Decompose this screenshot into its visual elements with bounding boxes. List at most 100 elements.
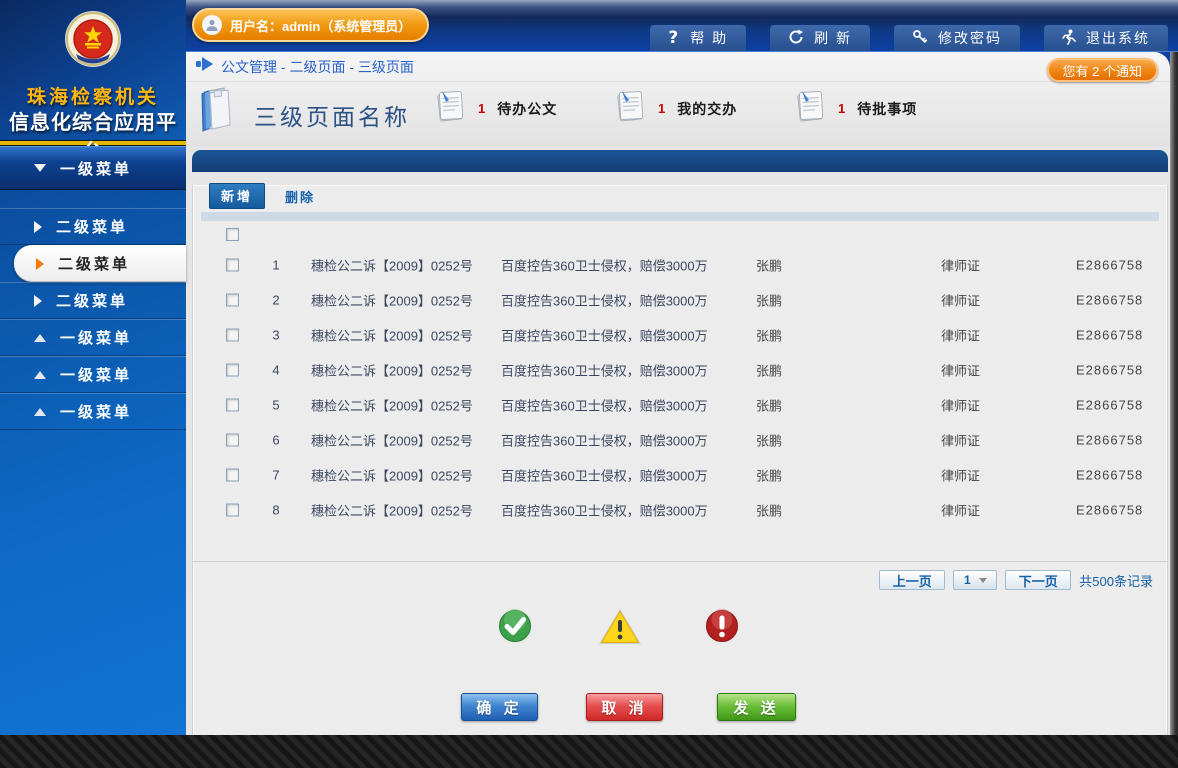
sidebar-item-level2-selected[interactable]: 二级菜单: [14, 245, 186, 282]
case-number: 穗检公二诉【2009】0252号: [311, 290, 473, 309]
page-title: 三级页面名称: [254, 98, 410, 132]
page-number: 1: [964, 573, 971, 587]
table-row: 6 穗检公二诉【2009】0252号 百度控告360卫士侵权，赔偿3000万 张…: [193, 422, 1167, 457]
cert-number: E2866758: [1076, 502, 1143, 517]
table-row: 2 穗检公二诉【2009】0252号 百度控告360卫士侵权，赔偿3000万 张…: [193, 282, 1167, 317]
breadcrumb[interactable]: 公文管理 - 二级页面 - 三级页面: [186, 52, 1170, 82]
arrow-down-icon: [34, 164, 46, 172]
table-row: 8 穗检公二诉【2009】0252号 百度控告360卫士侵权，赔偿3000万 张…: [193, 492, 1167, 527]
case-number: 穗检公二诉【2009】0252号: [311, 465, 473, 484]
cert-number: E2866758: [1076, 467, 1143, 482]
row-number: 7: [263, 467, 289, 482]
cert-type: 律师证: [941, 290, 980, 309]
breadcrumb-arrow-icon: [196, 57, 213, 76]
next-page-button[interactable]: 下一页: [1005, 570, 1071, 590]
row-number: 1: [263, 257, 289, 272]
cert-number: E2866758: [1076, 432, 1143, 447]
person-name: 张鹏: [756, 360, 782, 379]
action-buttons-row: 确 定 取 消 发 送: [193, 693, 1167, 723]
stat-label: 我的交办: [677, 99, 737, 119]
arrow-up-icon: [34, 371, 46, 379]
case-number: 穗检公二诉【2009】0252号: [311, 360, 473, 379]
cert-number: E2866758: [1076, 362, 1143, 377]
case-number: 穗检公二诉【2009】0252号: [311, 430, 473, 449]
person-name: 张鹏: [756, 500, 782, 519]
case-number: 穗检公二诉【2009】0252号: [311, 325, 473, 344]
notification-badge[interactable]: 您有 2 个通知: [1047, 58, 1158, 82]
chevron-down-icon: [979, 578, 987, 583]
person-name: 张鹏: [756, 325, 782, 344]
folder-icon: [194, 84, 244, 141]
stat-label: 待办公文: [497, 99, 557, 119]
sidebar-item-level1[interactable]: 一级菜单: [0, 393, 186, 430]
person-name: 张鹏: [756, 255, 782, 274]
select-all-checkbox[interactable]: [226, 228, 239, 241]
topbar-buttons: ? 帮 助 刷 新 修改密码: [650, 25, 1168, 51]
table-row: 1 穗检公二诉【2009】0252号 百度控告360卫士侵权，赔偿3000万 张…: [193, 247, 1167, 282]
prev-page-button[interactable]: 上一页: [879, 570, 945, 590]
row-checkbox[interactable]: [226, 398, 239, 411]
row-checkbox[interactable]: [226, 468, 239, 481]
row-checkbox[interactable]: [226, 503, 239, 516]
case-description: 百度控告360卫士侵权，赔偿3000万: [501, 290, 708, 309]
add-button[interactable]: 新增: [209, 183, 265, 209]
sidebar-item-label: 一级菜单: [60, 327, 132, 348]
document-icon: [794, 88, 826, 129]
sidebar-item-level1[interactable]: 一级菜单: [0, 146, 186, 190]
sidebar-item-level1[interactable]: 一级菜单: [0, 319, 186, 356]
row-number: 8: [263, 502, 289, 517]
case-description: 百度控告360卫士侵权，赔偿3000万: [501, 360, 708, 379]
send-button[interactable]: 发 送: [717, 693, 796, 721]
refresh-button[interactable]: 刷 新: [770, 25, 870, 51]
help-label: 帮 助: [690, 28, 728, 48]
row-checkbox[interactable]: [226, 328, 239, 341]
cert-type: 律师证: [941, 325, 980, 344]
table-row: 7 穗检公二诉【2009】0252号 百度控告360卫士侵权，赔偿3000万 张…: [193, 457, 1167, 492]
table-row: 5 穗检公二诉【2009】0252号 百度控告360卫士侵权，赔偿3000万 张…: [193, 387, 1167, 422]
arrow-up-icon: [34, 408, 46, 416]
delete-button[interactable]: 删除: [285, 187, 315, 206]
row-checkbox[interactable]: [226, 293, 239, 306]
person-name: 张鹏: [756, 290, 782, 309]
page-select[interactable]: 1: [953, 570, 997, 590]
sidebar-item-level1[interactable]: 一级菜单: [0, 356, 186, 393]
stat-pending-approvals[interactable]: 1 待批事项: [794, 88, 917, 129]
sidebar-item-label: 一级菜单: [60, 158, 132, 179]
arrow-right-icon: [34, 221, 42, 233]
sidebar-item-label: 二级菜单: [56, 216, 128, 237]
sidebar-item-level2[interactable]: 二级菜单: [0, 208, 186, 245]
success-icon: [496, 607, 534, 650]
sidebar-item-level2[interactable]: 二级菜单: [0, 282, 186, 319]
title-row: 三级页面名称 1 待办公文: [186, 82, 1170, 146]
cancel-button[interactable]: 取 消: [586, 693, 663, 721]
row-number: 6: [263, 432, 289, 447]
table-rows: 1 穗检公二诉【2009】0252号 百度控告360卫士侵权，赔偿3000万 张…: [193, 247, 1167, 527]
user-label: 用户名：admin（系统管理员）: [230, 16, 411, 35]
topbar: 用户名：admin（系统管理员） ? 帮 助 刷 新: [186, 0, 1178, 52]
cert-number: E2866758: [1076, 327, 1143, 342]
sidebar-item-label: 一级菜单: [60, 364, 132, 385]
cert-number: E2866758: [1076, 292, 1143, 307]
row-checkbox[interactable]: [226, 258, 239, 271]
sidebar-menu: 一级菜单二级菜单二级菜单二级菜单一级菜单一级菜单一级菜单: [0, 146, 186, 430]
breadcrumb-text: 公文管理 - 二级页面 - 三级页面: [221, 57, 414, 77]
logout-button[interactable]: 退出系统: [1044, 25, 1168, 51]
row-checkbox[interactable]: [226, 433, 239, 446]
refresh-label: 刷 新: [814, 28, 852, 48]
stat-pending-docs[interactable]: 1 待办公文: [434, 88, 557, 129]
user-badge: 用户名：admin（系统管理员）: [192, 8, 429, 42]
confirm-button[interactable]: 确 定: [461, 693, 538, 721]
cert-number: E2866758: [1076, 257, 1143, 272]
row-checkbox[interactable]: [226, 363, 239, 376]
case-description: 百度控告360卫士侵权，赔偿3000万: [501, 255, 708, 274]
sidebar-item-label: 二级菜单: [58, 253, 130, 274]
change-password-button[interactable]: 修改密码: [894, 25, 1020, 51]
cert-number: E2866758: [1076, 397, 1143, 412]
procuratorate-emblem-icon: [64, 6, 122, 87]
table-row: 4 穗检公二诉【2009】0252号 百度控告360卫士侵权，赔偿3000万 张…: [193, 352, 1167, 387]
stat-my-assignments[interactable]: 1 我的交办: [614, 88, 737, 129]
error-icon: [703, 607, 741, 650]
case-description: 百度控告360卫士侵权，赔偿3000万: [501, 465, 708, 484]
exit-runner-icon: [1062, 29, 1076, 48]
help-button[interactable]: ? 帮 助: [650, 25, 746, 51]
